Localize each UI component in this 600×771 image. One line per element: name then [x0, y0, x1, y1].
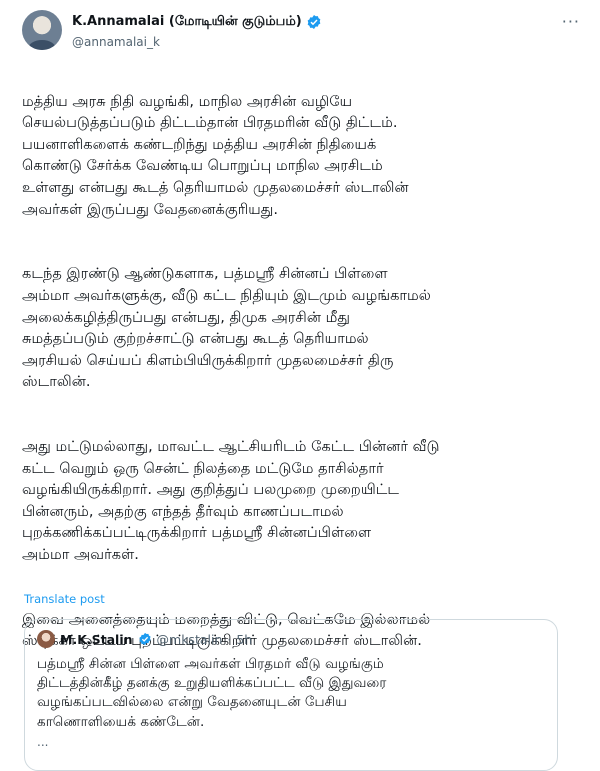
author-name[interactable]: K.Annamalai (மோடியின் குடும்பம்): [72, 14, 302, 30]
avatar-figure: [28, 40, 56, 50]
quoted-post-ellipsis: ...: [37, 735, 49, 749]
post-paragraph-1: மத்திய அரசு நிதி வழங்கி, மாநில அரசின் வழ…: [22, 92, 409, 218]
post-paragraph-3: அது மட்டுமல்லாது, மாவட்ட ஆட்சியரிடம் கேட…: [22, 438, 440, 564]
author-avatar[interactable]: [22, 10, 62, 50]
quoted-author-handle[interactable]: @mkstalin: [157, 632, 223, 647]
verified-badge-icon: [307, 15, 321, 29]
quoted-post-time[interactable]: 5h: [236, 632, 252, 647]
quoted-meta-separator: ·: [227, 631, 232, 647]
more-options-icon[interactable]: ···: [562, 12, 580, 31]
post-header: K.Annamalai (மோடியின் குடும்பம்) @annama…: [22, 8, 580, 56]
author-name-row: K.Annamalai (மோடியின் குடும்பம்): [72, 14, 322, 30]
post-paragraph-2: கடந்த இரண்டு ஆண்டுகளாக, பத்மஸ்ரீ சின்னப்…: [22, 265, 431, 391]
quoted-author-avatar[interactable]: [37, 630, 55, 648]
author-handle[interactable]: @annamalai_k: [72, 35, 160, 49]
translate-post-link[interactable]: Translate post: [24, 592, 105, 606]
quoted-post-text: பத்மஸ்ரீ சின்ன பிள்ளை அவர்கள் பிரதமர் வீ…: [37, 656, 387, 730]
quoted-author-name[interactable]: M.K.Stalin: [60, 632, 133, 647]
quoted-post-header: M.K.Stalin @mkstalin · 5h: [37, 630, 252, 648]
quoted-verified-badge-icon: [138, 632, 151, 646]
post-body: மத்திய அரசு நிதி வழங்கி, மாநில அரசின் வழ…: [22, 69, 582, 674]
quoted-post[interactable]: M.K.Stalin @mkstalin · 5h பத்மஸ்ரீ சின்ன…: [24, 619, 558, 771]
